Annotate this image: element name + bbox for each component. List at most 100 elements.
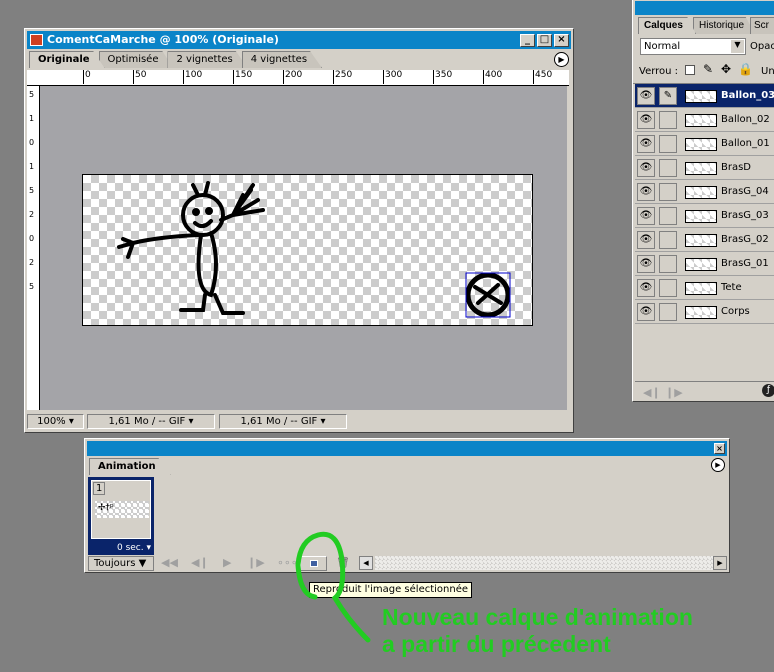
duplicate-frame-button[interactable] [300, 556, 327, 571]
frame-delay-select[interactable]: 0 sec. ▾ [117, 543, 151, 553]
layer-row[interactable]: 👁 Tete [635, 276, 774, 300]
layer-thumbnail [685, 210, 717, 223]
zoom-select[interactable]: 100% ▾ [27, 414, 84, 429]
scroll-right-button[interactable]: ▶ [713, 556, 727, 570]
link-slot[interactable] [659, 183, 677, 201]
link-slot[interactable] [659, 279, 677, 297]
layer-row[interactable]: 👁 BrasD [635, 156, 774, 180]
animation-menu-button[interactable]: ▶ [711, 458, 725, 472]
animation-panel: × Animation ▶ 1 ✢†ᵖ 0 sec. ▾ Toujours ▼ … [84, 438, 730, 573]
prev-frame-icon[interactable]: ◀❙ [643, 386, 661, 399]
visibility-eye-icon[interactable]: 👁 [637, 87, 655, 105]
lock-move-icon[interactable]: ✥ [721, 62, 731, 76]
layer-row[interactable]: 👁 BrasG_02 [635, 228, 774, 252]
layer-thumbnail [685, 114, 717, 127]
link-slot[interactable] [659, 159, 677, 177]
animation-title-bar[interactable]: × [87, 441, 727, 456]
tab-historique[interactable]: Historique [693, 17, 755, 34]
prev-frame-icon[interactable]: ◀❙ [191, 556, 209, 569]
layer-thumbnail [685, 138, 717, 151]
layer-name: Ballon_01 [721, 138, 770, 149]
visibility-eye-icon[interactable]: 👁 [637, 207, 655, 225]
frames-scrollbar[interactable] [375, 556, 713, 570]
visibility-eye-icon[interactable]: 👁 [637, 159, 655, 177]
layers-panel-title-bar[interactable] [635, 1, 774, 15]
layer-row[interactable]: 👁 Ballon_01 [635, 132, 774, 156]
next-frame-icon[interactable]: ❙▶ [247, 556, 265, 569]
visibility-eye-icon[interactable]: 👁 [637, 303, 655, 321]
lock-all-icon[interactable]: 🔒 [738, 62, 753, 76]
ruler-tick: 400 [483, 70, 502, 84]
layers-list: 👁 ✎ Ballon_03 👁 Ballon_02 👁 Ballon_01 👁 BrasD 👁 Br… [633, 83, 774, 325]
vruler-tick: 0 [29, 138, 35, 147]
tab-optimisee[interactable]: Optimisée [98, 51, 174, 68]
ruler-tick: 200 [283, 70, 302, 84]
stick-figure-drawing [117, 181, 511, 318]
panel-menu-button[interactable]: ▶ [554, 52, 569, 67]
imageready-icon[interactable]: ƒ [762, 384, 774, 397]
vruler-tick: 1 [29, 114, 35, 123]
ruler-tick: 0 [83, 70, 91, 84]
vruler-tick: 2 [29, 210, 35, 219]
size-select-2[interactable]: 1,61 Mo / -- GIF ▾ [219, 414, 347, 429]
loop-select[interactable]: Toujours ▼ [88, 556, 154, 571]
tween-icon[interactable]: ∘∘∘ [277, 556, 298, 569]
link-slot[interactable] [659, 255, 677, 273]
size-select-1[interactable]: 1,61 Mo / -- GIF ▾ [87, 414, 215, 429]
visibility-eye-icon[interactable]: 👁 [637, 255, 655, 273]
minimize-button[interactable]: _ [520, 34, 535, 47]
layer-row[interactable]: 👁 Ballon_02 [635, 108, 774, 132]
document-icon [30, 34, 43, 46]
close-button[interactable]: × [554, 34, 569, 47]
scroll-left-button[interactable]: ◀ [359, 556, 373, 570]
lock-paint-icon[interactable]: ✎ [703, 62, 713, 76]
play-icon[interactable]: ▶ [223, 556, 231, 569]
layer-name: BrasG_04 [721, 186, 769, 197]
tab-originale[interactable]: Originale [29, 51, 105, 68]
layer-row[interactable]: 👁 BrasG_01 [635, 252, 774, 276]
layer-row[interactable]: 👁 Corps [635, 300, 774, 324]
vruler-tick: 2 [29, 258, 35, 267]
visibility-eye-icon[interactable]: 👁 [637, 183, 655, 201]
ruler-tick: 250 [333, 70, 352, 84]
visibility-eye-icon[interactable]: 👁 [637, 231, 655, 249]
document-title: ComentCaMarche @ 100% (Originale) [47, 33, 279, 46]
vruler-tick: 5 [29, 186, 35, 195]
layer-row[interactable]: 👁 BrasG_03 [635, 204, 774, 228]
layer-row[interactable]: 👁 ✎ Ballon_03 [635, 84, 774, 108]
lock-transparency-icon[interactable] [685, 65, 695, 75]
document-title-bar[interactable]: ComentCaMarche @ 100% (Originale) _ □ × [27, 31, 571, 49]
tab-2-vignettes[interactable]: 2 vignettes [167, 51, 248, 68]
animation-toolbar: Toujours ▼ ◀◀ ◀❙ ▶ ❙▶ ∘∘∘ 🗑 ◀ ▶ [87, 556, 727, 572]
link-slot[interactable] [659, 111, 677, 129]
maximize-button[interactable]: □ [537, 34, 552, 47]
layers-tabs: Calques Historique Scr [633, 17, 774, 34]
vruler-tick: 1 [29, 162, 35, 171]
next-frame-icon[interactable]: ❙▶ [665, 386, 683, 399]
first-frame-icon[interactable]: ◀◀ [161, 556, 178, 569]
chevron-down-icon: ▼ [731, 40, 744, 53]
link-slot[interactable] [659, 303, 677, 321]
visibility-eye-icon[interactable]: 👁 [637, 279, 655, 297]
new-frame-icon [310, 560, 318, 567]
tab-calques[interactable]: Calques [638, 17, 696, 34]
visibility-eye-icon[interactable]: 👁 [637, 111, 655, 129]
layers-bottom-bar: ◀❙ ❙▶ ƒ [635, 381, 774, 399]
trash-icon[interactable]: 🗑 [336, 556, 350, 569]
layer-row[interactable]: 👁 BrasG_04 [635, 180, 774, 204]
link-slot[interactable] [659, 207, 677, 225]
paintbrush-icon[interactable]: ✎ [659, 87, 677, 105]
tab-animation[interactable]: Animation [89, 458, 171, 475]
link-slot[interactable] [659, 231, 677, 249]
tab-scripts[interactable]: Scr [750, 17, 774, 34]
tab-4-vignettes[interactable]: 4 vignettes [241, 51, 323, 68]
layer-thumbnail [685, 282, 717, 295]
visibility-eye-icon[interactable]: 👁 [637, 135, 655, 153]
unify-label: Un [761, 66, 774, 77]
horizontal-ruler: 0 50 100 150 200 250 300 350 400 450 [27, 70, 569, 86]
animation-frame-1[interactable]: 1 ✢†ᵖ 0 sec. ▾ [88, 477, 154, 555]
link-slot[interactable] [659, 135, 677, 153]
image-canvas[interactable] [82, 174, 533, 326]
animation-close-button[interactable]: × [714, 443, 725, 454]
blend-mode-select[interactable]: Normal ▼ [640, 38, 746, 55]
